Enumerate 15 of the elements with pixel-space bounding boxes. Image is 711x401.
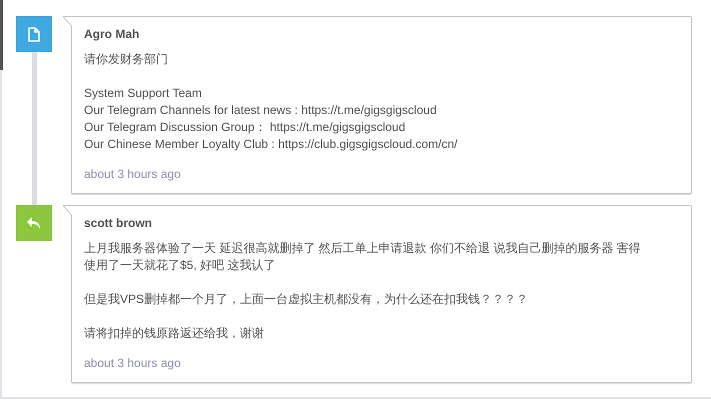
author-name: Agro Mah	[84, 26, 140, 43]
timestamp: about 3 hours ago	[84, 166, 182, 183]
message-text: 上月我服务器体验了一天 延迟很高就删掉了 然后工单上申请退款 你们不给退 说我自己删掉的服务器 害得	[84, 240, 642, 257]
message-text: Our Chinese Member Loyalty Club : https://club.gigsgigscloud.com/cn/	[84, 136, 459, 153]
message-text: 但是我VPS删掉都一个月了，上面一台虚拟主机都没有，为什么还在扣我钱？？？？	[84, 291, 530, 308]
author-name: scott brown	[84, 215, 153, 232]
document-icon	[28, 26, 40, 42]
reply-icon	[26, 216, 42, 230]
message-text: 请将扣掉的钱原路返还给我，谢谢	[84, 325, 265, 342]
message-text: Our Telegram Channels for latest news : https://t.me/gigsgigscloud	[84, 102, 438, 119]
message-text: 使用了一天就花了$5, 好吧 这我认了	[84, 257, 276, 274]
message-text: 请你发财务部门	[84, 51, 169, 68]
message-text: System Support Team	[84, 85, 203, 102]
timestamp: about 3 hours ago	[84, 355, 182, 372]
message-text: Our Telegram Discussion Group： https://t.me/gigsgigscloud	[84, 119, 406, 136]
